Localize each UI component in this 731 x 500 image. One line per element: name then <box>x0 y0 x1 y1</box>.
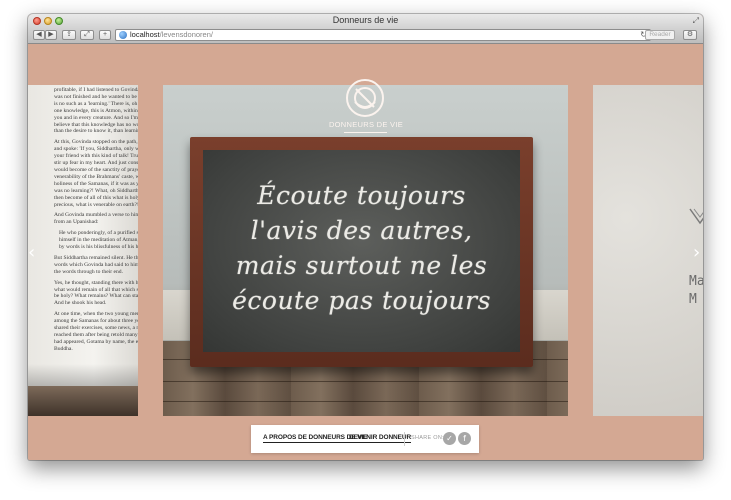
title-bar: Donneurs de vie ⤢ <box>28 14 703 28</box>
chalkboard: Écoute toujours l'avis des autres, mais … <box>203 150 520 352</box>
current-slide: Écoute toujours l'avis des autres, mais … <box>163 85 568 416</box>
book-paragraph: But Siddhartha remained silent. He thoug… <box>54 254 138 275</box>
back-arrow-icon[interactable]: ◀ <box>33 30 45 40</box>
url-text[interactable]: localhost/levensdonoren/ <box>130 30 213 40</box>
book-paragraph: At one time, when the two young men had … <box>54 311 138 352</box>
bottom-nav: A PROPOS DE DONNEURS DE VIE DEVENIR DONN… <box>251 425 479 453</box>
forward-arrow-icon[interactable]: ▶ <box>45 30 57 40</box>
url-path: /levensdonoren/ <box>159 30 213 39</box>
logo-text[interactable]: DONNEURS DE VIE <box>311 120 421 129</box>
quote-line: Écoute toujours <box>257 181 466 210</box>
slide-right-text: Ma M <box>689 273 703 309</box>
book-page-curve <box>28 364 138 386</box>
browser-toolbar: ◀ ▶ ⇪ ⤢ + localhost/levensdonoren/ ↻ Rea… <box>28 28 703 44</box>
quote-line: l'avis des autres, <box>250 216 473 245</box>
add-bookmark-icon[interactable]: + <box>99 30 111 40</box>
book-paragraph: He who ponderingly, of a purified spirit… <box>59 230 138 251</box>
address-bar[interactable]: localhost/levensdonoren/ ↻ <box>115 29 651 41</box>
url-host: localhost <box>130 30 160 39</box>
quote-line: mais surtout ne les <box>235 251 488 280</box>
prev-arrow-icon[interactable]: ‹ <box>28 242 35 263</box>
browser-window: Donneurs de vie ⤢ ◀ ▶ ⇪ ⤢ + localhost/le… <box>28 14 703 460</box>
quote-line: écoute pas toujours <box>232 286 491 315</box>
flower-sketch-icon <box>689 208 703 225</box>
book-table-surface <box>28 386 138 416</box>
book-paragraph: Yes, he thought, standing there with his… <box>54 279 138 307</box>
page-content: profitable, if I had listened to Govinda… <box>28 44 703 460</box>
settings-gear-icon[interactable]: ⚙ <box>683 30 697 40</box>
chalk-quote: Écoute toujours l'avis des autres, mais … <box>203 178 520 318</box>
book-paragraph: profitable, if I had listened to Govinda… <box>54 87 138 135</box>
twitter-icon[interactable]: ✓ <box>443 432 456 445</box>
slide-right-line: Ma <box>689 274 703 289</box>
nav-divider <box>404 432 405 446</box>
donneurs-logo-icon[interactable] <box>345 78 385 118</box>
chalkboard-frame: Écoute toujours l'avis des autres, mais … <box>190 137 533 367</box>
share-label: SHARE ON: <box>411 435 444 441</box>
book-paragraph: At this, Govinda stopped on the path, ro… <box>54 139 138 208</box>
reader-button[interactable]: Reader <box>645 30 675 40</box>
book-paragraph: And Govinda mumbled a verse to himself, … <box>54 212 138 226</box>
book-page-text: profitable, if I had listened to Govinda… <box>54 87 138 357</box>
slide-right-line: M <box>689 292 697 307</box>
resize-icon[interactable]: ⤢ <box>80 30 94 40</box>
next-arrow-icon[interactable]: › <box>693 242 700 263</box>
facebook-icon[interactable]: f <box>458 432 471 445</box>
fullscreen-icon[interactable]: ⤢ <box>693 16 699 26</box>
globe-icon <box>119 31 127 39</box>
floor-plank-line <box>163 381 568 382</box>
floor-plank-line <box>163 401 568 402</box>
become-donor-link[interactable]: DEVENIR DONNEUR <box>349 434 411 443</box>
logo-underline <box>344 132 387 133</box>
share-page-icon[interactable]: ⇪ <box>62 30 76 40</box>
next-slide[interactable]: Ma M <box>593 85 703 416</box>
previous-slide[interactable]: profitable, if I had listened to Govinda… <box>28 85 138 416</box>
window-title: Donneurs de vie <box>332 15 399 25</box>
